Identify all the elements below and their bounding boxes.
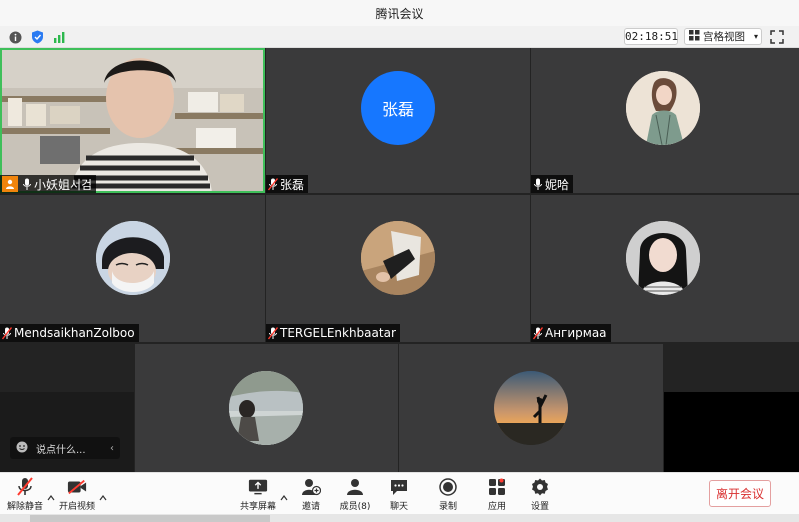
unmute-button[interactable]: 解除静音 (4, 477, 46, 513)
participant-tile[interactable]: Ангирмаа (531, 195, 799, 342)
participant-avatar (626, 221, 700, 295)
participant-avatar (361, 221, 435, 295)
start-video-button[interactable]: 开启视频 (56, 477, 98, 513)
share-screen-button[interactable]: 共享屏幕 (237, 477, 279, 513)
participant-name-tag: TERGELEnkhbaatar (266, 324, 400, 342)
record-icon (438, 477, 458, 497)
meeting-info-bar: 02:18:51 宫格视图 ▾ (0, 26, 799, 48)
mic-muted-icon (15, 477, 35, 497)
invite-user-icon (301, 477, 321, 497)
grid-view-icon (689, 29, 700, 44)
mic-muted-icon (533, 326, 543, 340)
taskbar-item (30, 515, 270, 522)
share-screen-icon (248, 477, 268, 497)
mic-on-icon (533, 178, 543, 191)
participant-avatar (626, 71, 700, 145)
meeting-timer: 02:18:51 (624, 28, 678, 45)
participant-name: MendsaikhanZolboo (14, 326, 135, 340)
participant-avatar: 张磊 (361, 71, 435, 145)
share-screen-label: 共享屏幕 (239, 502, 276, 512)
record-button[interactable]: 录制 (427, 477, 469, 513)
fullscreen-icon[interactable] (770, 29, 786, 45)
audio-options-chevron-icon[interactable] (47, 487, 55, 501)
chat-bubble-icon (389, 477, 409, 497)
settings-button[interactable]: 设置 (519, 477, 561, 513)
participant-tile[interactable]: MendsaikhanZolboo (0, 195, 265, 342)
members-icon (345, 477, 365, 497)
participant-tile[interactable] (399, 344, 663, 472)
start-video-label: 开启视频 (58, 502, 95, 512)
camera-off-icon (67, 477, 87, 497)
chat-input[interactable]: 说点什么... ‹ (10, 437, 120, 459)
signal-strength-icon[interactable] (52, 30, 66, 44)
participant-name-tag: MendsaikhanZolboo (0, 324, 139, 342)
members-label: 成员(8) (339, 502, 371, 512)
taskbar-strip (0, 514, 799, 522)
settings-label: 设置 (530, 502, 549, 512)
apps-button[interactable]: 应用 (476, 477, 518, 513)
leave-meeting-button[interactable]: 离开会议 (709, 480, 771, 507)
host-icon (2, 176, 18, 192)
participant-name-tag: 小妖姐서검 (0, 175, 97, 193)
share-options-chevron-icon[interactable] (280, 487, 288, 501)
mic-on-icon (22, 178, 32, 191)
participant-tile[interactable] (135, 344, 398, 472)
participant-tile[interactable]: 妮哈 (531, 48, 799, 193)
window-title: 腾讯会议 (375, 7, 424, 21)
video-options-chevron-icon[interactable] (99, 487, 107, 501)
emoji-icon[interactable] (16, 441, 28, 456)
members-button[interactable]: 成员(8) (334, 477, 376, 513)
participant-name: TERGELEnkhbaatar (280, 326, 396, 340)
apps-label: 应用 (487, 502, 506, 512)
view-mode-selector[interactable]: 宫格视图 ▾ (684, 28, 762, 45)
participant-name: 小妖姐서검 (34, 177, 93, 192)
gear-icon (530, 477, 550, 497)
participant-name-tag: 张磊 (266, 175, 309, 193)
dropdown-caret-icon: ▾ (754, 32, 759, 41)
participant-name-tag: 妮哈 (531, 175, 574, 193)
meeting-toolbar: 解除静音 开启视频 共享屏幕 邀请 成员(8) 聊天 录制 应用 设置 离开会议 (0, 472, 799, 514)
mic-muted-icon (268, 326, 278, 340)
invite-button[interactable]: 邀请 (290, 477, 332, 513)
participant-tile[interactable]: 张磊 张磊 (266, 48, 530, 193)
view-mode-label: 宫格视图 (703, 31, 745, 43)
participant-avatar (96, 221, 170, 295)
participant-avatar (229, 371, 303, 445)
participant-name: 张磊 (280, 177, 305, 192)
collapse-chevron-icon[interactable]: ‹ (110, 443, 114, 454)
participant-tile[interactable]: TERGELEnkhbaatar (266, 195, 530, 342)
chat-label: 聊天 (389, 502, 408, 512)
mic-muted-icon (268, 177, 278, 191)
invite-label: 邀请 (301, 502, 320, 512)
mic-muted-icon (2, 326, 12, 340)
participant-name: Ангирмаа (545, 326, 607, 340)
info-icon[interactable] (8, 30, 22, 44)
apps-grid-icon (487, 477, 507, 497)
participant-avatar (494, 371, 568, 445)
security-shield-icon[interactable] (30, 30, 44, 44)
title-bar: 腾讯会议 (0, 0, 799, 26)
record-label: 录制 (438, 502, 457, 512)
participant-name-tag: Ангирмаа (531, 324, 611, 342)
chat-button[interactable]: 聊天 (378, 477, 420, 513)
chat-placeholder: 说点什么... (36, 444, 86, 456)
participant-name: 妮哈 (545, 177, 570, 192)
participant-video-feed (0, 48, 265, 193)
unmute-label: 解除静音 (6, 502, 43, 512)
participant-tile-video[interactable]: 小妖姐서검 (0, 48, 265, 193)
